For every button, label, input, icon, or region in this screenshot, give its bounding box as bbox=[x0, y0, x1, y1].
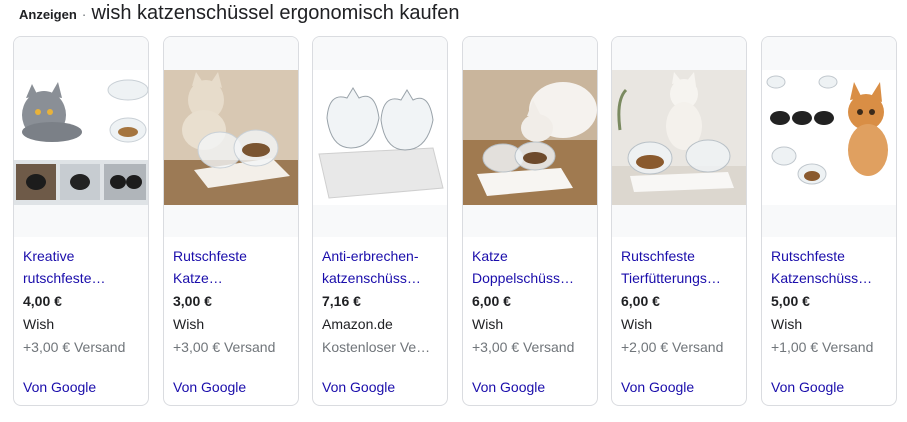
product-image-cat-bowl bbox=[762, 70, 896, 205]
source-link[interactable]: Von Google bbox=[621, 379, 694, 395]
product-title[interactable]: Rutschfeste Katzenschüss… bbox=[771, 245, 891, 289]
product-title[interactable]: Anti-erbrechen-katzenschüss… bbox=[322, 245, 442, 289]
product-price: 5,00 € bbox=[771, 293, 810, 309]
source-link[interactable]: Von Google bbox=[23, 379, 96, 395]
product-carousel: Kreative rutschfeste… 4,00 € Wish +3,00 … bbox=[13, 36, 897, 406]
product-shipping: Kostenloser Ve… bbox=[322, 339, 431, 355]
product-merchant: Amazon.de bbox=[322, 316, 393, 332]
source-link[interactable]: Von Google bbox=[322, 379, 395, 395]
product-card[interactable]: Kreative rutschfeste… 4,00 € Wish +3,00 … bbox=[13, 36, 149, 406]
product-merchant: Wish bbox=[173, 316, 205, 332]
product-card[interactable]: Rutschfeste Katzenschüss… 5,00 € Wish +1… bbox=[761, 36, 897, 406]
ads-header: Anzeigen · wish katzenschüssel ergonomis… bbox=[19, 2, 459, 28]
source-link[interactable]: Von Google bbox=[472, 379, 545, 395]
product-price: 7,16 € bbox=[322, 293, 361, 309]
source-link[interactable]: Von Google bbox=[771, 379, 844, 395]
separator: · bbox=[81, 6, 87, 22]
product-image[interactable] bbox=[313, 37, 447, 237]
product-image[interactable] bbox=[463, 37, 597, 237]
product-image[interactable] bbox=[164, 37, 298, 237]
product-price: 3,00 € bbox=[173, 293, 212, 309]
product-image[interactable] bbox=[14, 37, 148, 237]
product-merchant: Wish bbox=[472, 316, 504, 332]
product-price: 6,00 € bbox=[621, 293, 660, 309]
product-title[interactable]: Katze Doppelschüss… bbox=[472, 245, 592, 289]
product-merchant: Wish bbox=[621, 316, 653, 332]
product-shipping: +2,00 € Versand bbox=[621, 339, 724, 355]
product-shipping: +3,00 € Versand bbox=[23, 339, 126, 355]
product-merchant: Wish bbox=[23, 316, 55, 332]
product-card[interactable]: Anti-erbrechen-katzenschüss… 7,16 € Amaz… bbox=[312, 36, 448, 406]
product-price: 4,00 € bbox=[23, 293, 62, 309]
product-shipping: +3,00 € Versand bbox=[173, 339, 276, 355]
product-image-cat-bowl bbox=[463, 70, 597, 205]
product-card[interactable]: Katze Doppelschüss… 6,00 € Wish +3,00 € … bbox=[462, 36, 598, 406]
product-image[interactable] bbox=[762, 37, 896, 237]
product-title[interactable]: Rutschfeste Katze… bbox=[173, 245, 293, 289]
product-title[interactable]: Kreative rutschfeste… bbox=[23, 245, 143, 289]
product-merchant: Wish bbox=[771, 316, 803, 332]
product-price: 6,00 € bbox=[472, 293, 511, 309]
product-image-cat-bowl bbox=[313, 70, 447, 205]
product-image-cat-bowl bbox=[14, 70, 148, 205]
product-shipping: +3,00 € Versand bbox=[472, 339, 575, 355]
source-link[interactable]: Von Google bbox=[173, 379, 246, 395]
product-title[interactable]: Rutschfeste Tierfütterungs… bbox=[621, 245, 741, 289]
product-image-cat-bowl bbox=[164, 70, 298, 205]
product-shipping: +1,00 € Versand bbox=[771, 339, 874, 355]
product-image-cat-bowl bbox=[612, 70, 746, 205]
product-card[interactable]: Rutschfeste Tierfütterungs… 6,00 € Wish … bbox=[611, 36, 747, 406]
product-card[interactable]: Rutschfeste Katze… 3,00 € Wish +3,00 € V… bbox=[163, 36, 299, 406]
product-image[interactable] bbox=[612, 37, 746, 237]
query-heading: wish katzenschüssel ergonomisch kaufen bbox=[91, 2, 460, 24]
ads-label: Anzeigen bbox=[19, 7, 77, 22]
